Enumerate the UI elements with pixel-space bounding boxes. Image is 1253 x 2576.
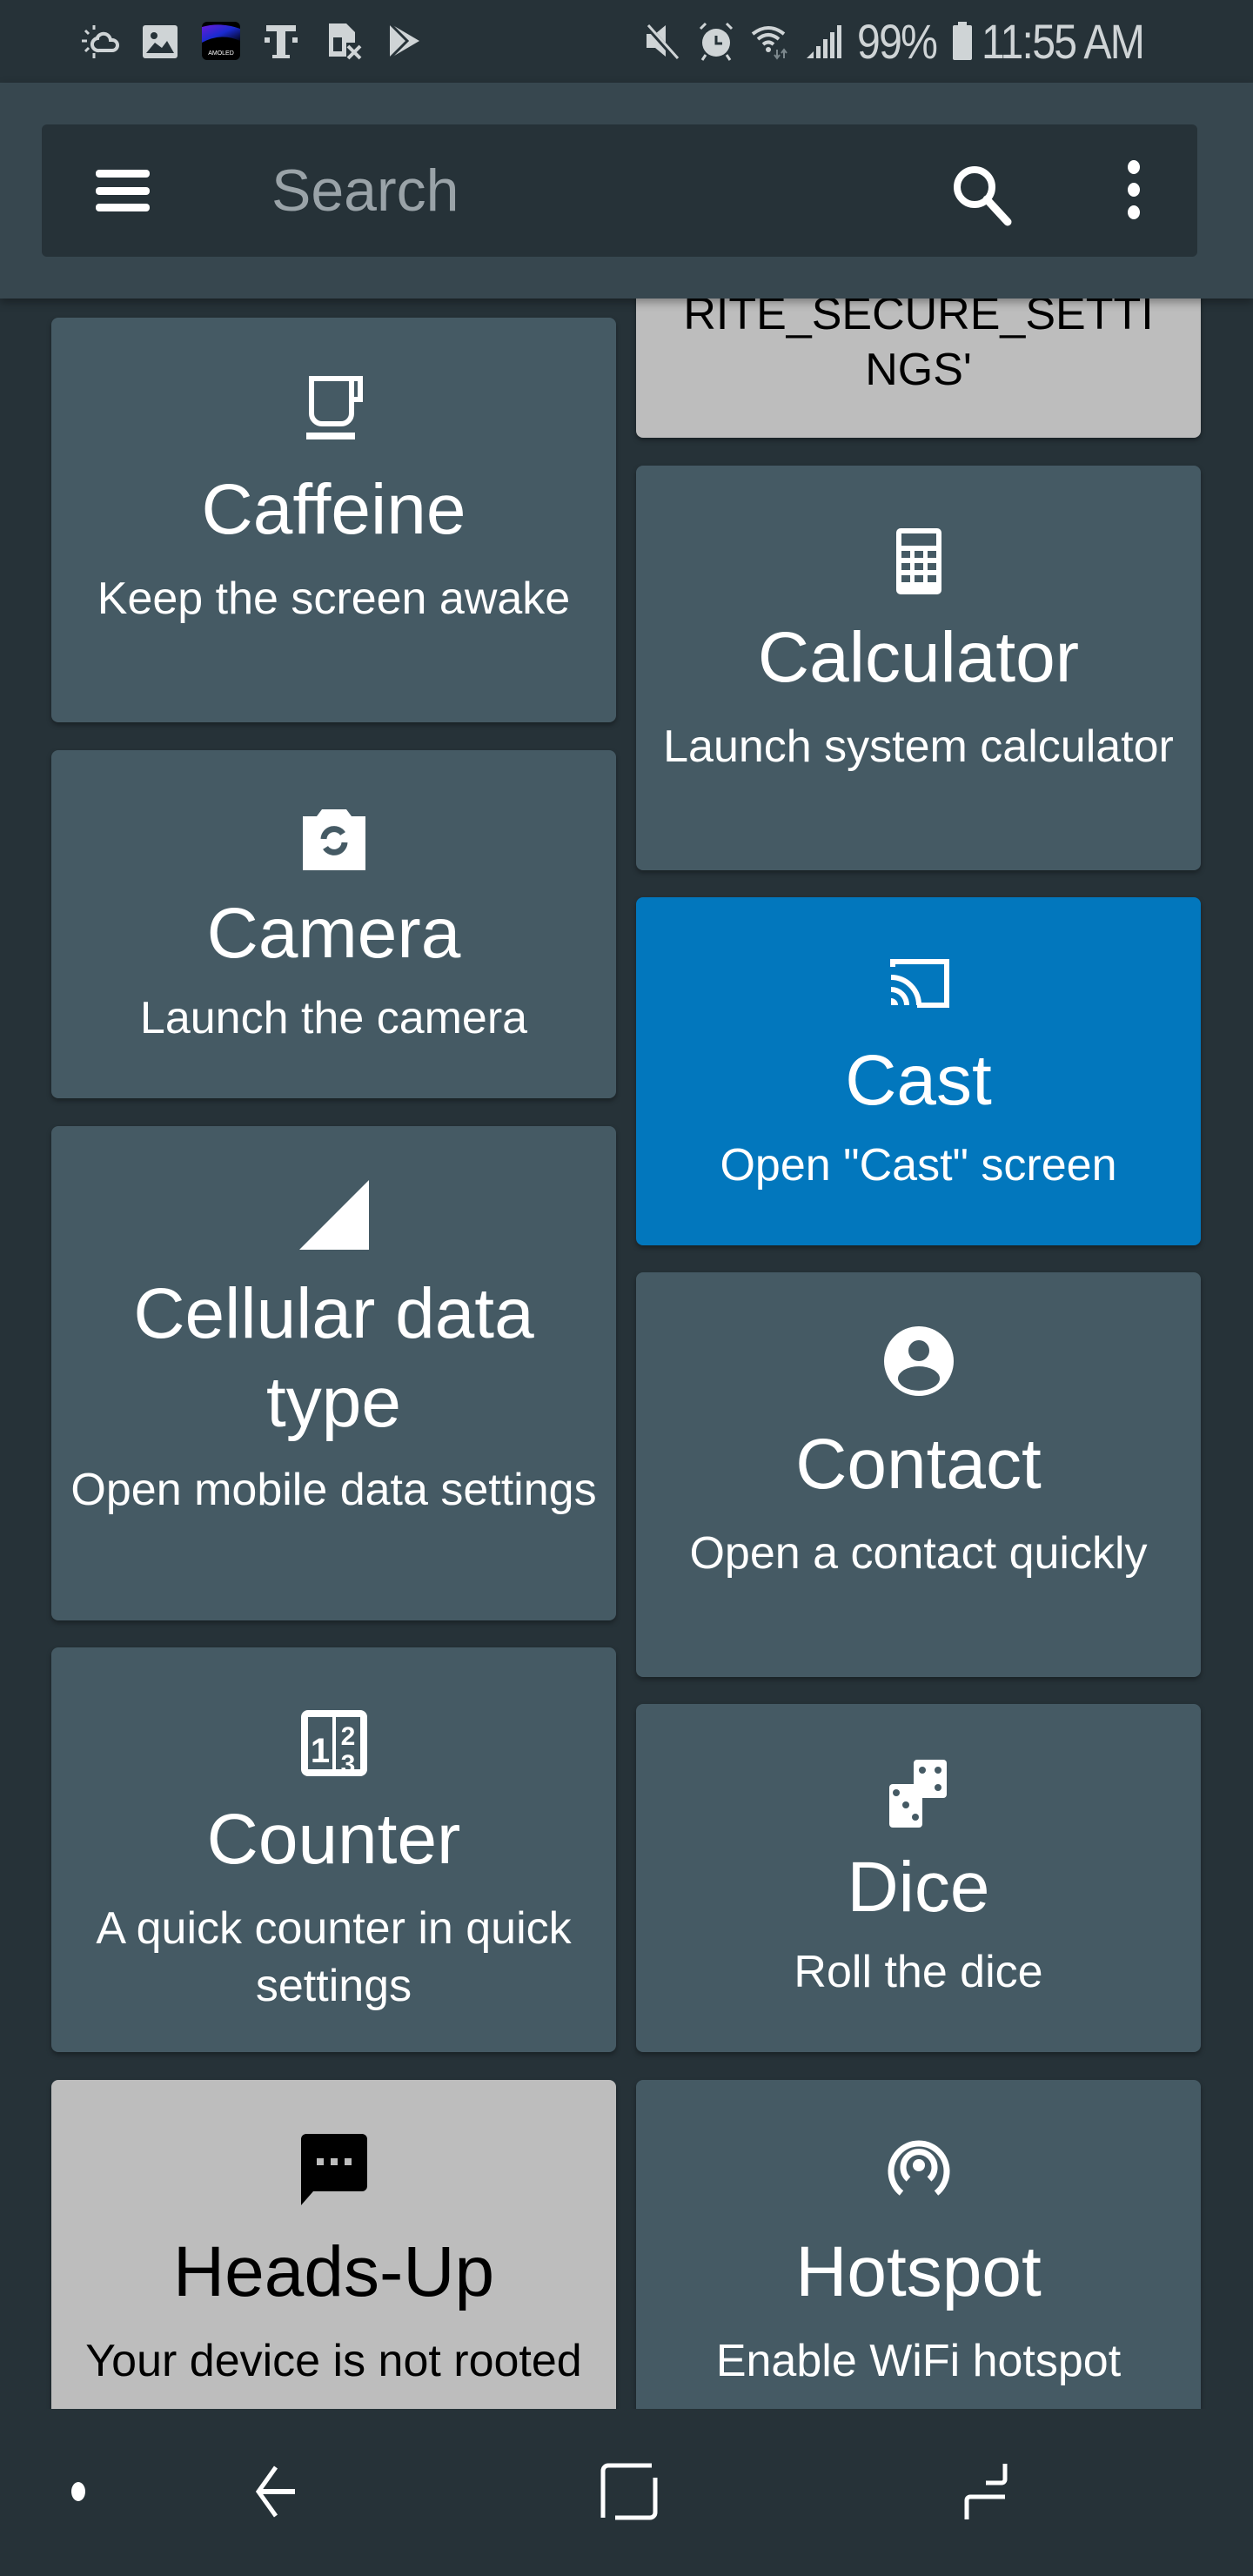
dot-icon [71,2482,85,2501]
account-circle-icon [882,1325,955,1398]
more-dot [1128,160,1140,174]
tile-cast[interactable]: Cast Open "Cast" screen [636,897,1201,1245]
alarm-icon [695,20,737,62]
tile-title: Dice [847,1848,990,1927]
more-dot [1128,205,1140,219]
tile-counter[interactable]: 123 Counter A quick counter in quick set… [51,1647,616,2052]
tile-subtitle-line1: RITE_SECURE_SETTI [683,299,1154,339]
tile-title: Camera [206,894,461,973]
tile-subtitle: A quick counter in quick settings [96,1903,572,2011]
tile-title: Contact [795,1425,1042,1504]
recents-button[interactable] [931,2444,1027,2539]
tile-subtitle: Launch the camera [139,993,528,1043]
weather-icon [78,20,120,62]
battery-percent: 99% [857,13,938,69]
search-icon [954,166,1012,226]
svg-text:AMOLED: AMOLED [208,50,234,57]
search-bar [42,124,1197,257]
tile-subtitle: Your device is not rooted [85,2336,582,2386]
tile-title: Caffeine [201,470,466,549]
menu-line [96,170,150,178]
tile-calculator[interactable]: Calculator Launch system calculator [636,466,1201,870]
system-status: 99% 11:55 AM [641,12,1169,70]
tile-title: Cast [845,1041,992,1120]
tile-hotspot[interactable]: Hotspot Enable WiFi hotspot [636,2080,1201,2409]
tile-subtitle: Open a contact quickly [689,1528,1148,1579]
navigation-bar [0,2409,1253,2576]
recents-icon [964,2464,1008,2519]
tile-cellular-data-type[interactable]: Cellular data type Open mobile data sett… [51,1126,616,1620]
hotspot-icon [882,2132,955,2205]
tile-title: Hotspot [795,2232,1042,2311]
wifi-data-icon [749,20,791,62]
battery-icon [950,20,975,62]
tile-subtitle: Keep the screen awake [97,574,571,624]
counter-icon: 123 [298,1707,371,1780]
search-button[interactable] [947,159,1016,229]
clock: 11:55 AM [981,13,1145,69]
notification-icons: AMOLED [78,12,425,70]
tile-title: Cellular data type [133,1274,534,1442]
more-dot [1128,183,1140,197]
back-button[interactable] [228,2444,324,2539]
more-options-button[interactable] [1116,155,1151,225]
tile-subtitle: Roll the dice [794,1947,1043,1997]
tile-caffeine[interactable]: Caffeine Keep the screen awake [51,318,616,722]
camera-switch-icon [298,801,371,874]
svg-text:1: 1 [310,1732,329,1770]
tile-write-secure-settings[interactable]: RITE_SECURE_SETTI NGS' [636,299,1201,438]
svg-text:2: 2 [340,1722,355,1751]
status-bar: AMOLED 99% 11:55 AM [0,0,1253,83]
tile-camera[interactable]: Camera Launch the camera [51,750,616,1098]
search-input[interactable] [271,151,881,231]
nav-dot-button[interactable] [30,2444,126,2539]
svg-text:3: 3 [340,1750,355,1779]
tile-title: Calculator [757,618,1080,697]
mute-icon [641,20,683,62]
dice-icon [882,1758,955,1831]
tile-subtitle: Launch system calculator [663,721,1174,772]
calculator-icon [882,525,955,598]
tile-subtitle: Enable WiFi hotspot [715,2336,1122,2386]
tile-title: Heads-Up [172,2232,495,2311]
hamburger-menu-button[interactable] [96,164,150,217]
tile-heads-up[interactable]: Heads-Up Your device is not rooted [51,2080,616,2409]
app-bar [0,83,1253,299]
tile-contact[interactable]: Contact Open a contact quickly [636,1272,1201,1677]
tile-subtitle: Open mobile data settings [70,1465,597,1515]
no-sim-icon [322,20,364,62]
tmobile-icon [261,20,303,62]
tile-subtitle-line2: NGS' [865,345,972,395]
cast-icon [882,948,955,1021]
tile-subtitle: Open "Cast" screen [720,1140,1117,1191]
cellular-signal-icon [803,20,845,62]
coffee-cup-icon [298,370,371,443]
amoled-app-icon: AMOLED [200,20,242,62]
menu-line [96,204,150,211]
home-square-icon [600,2463,658,2520]
menu-line [96,186,150,195]
chat-bubble-icon [298,2132,371,2205]
play-store-icon [383,20,425,62]
tile-title: Counter [206,1800,461,1879]
tile-grid: RITE_SECURE_SETTI NGS' Caffeine Keep the… [0,299,1253,2409]
signal-triangle-icon [298,1178,371,1251]
tile-dice[interactable]: Dice Roll the dice [636,1704,1201,2052]
gallery-icon [139,20,181,62]
home-button[interactable] [581,2444,677,2539]
back-arrow-icon [255,2465,295,2518]
